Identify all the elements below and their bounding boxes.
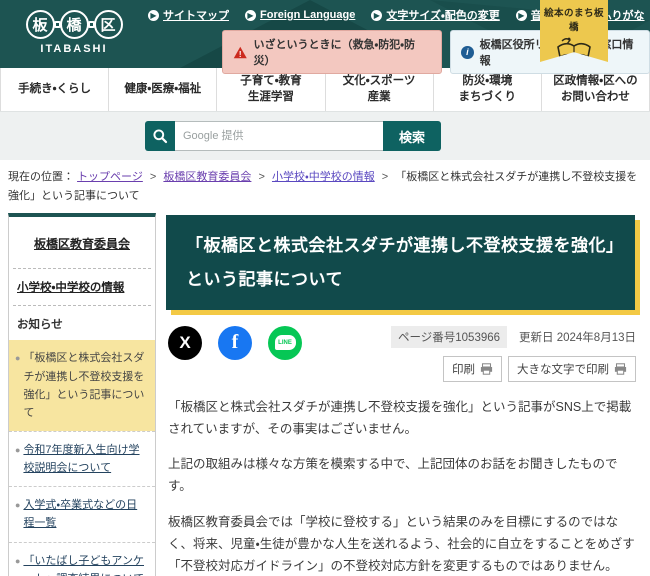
bullet-icon: ● <box>15 353 21 364</box>
sidebar-current-item: ● 「板橋区と株式会社スダチが連携し不登校支援を強化」という記事について <box>9 340 155 431</box>
breadcrumb-separator: > <box>258 171 265 183</box>
content-area: 板橋区教育委員会 小学校・中学校の情報 お知らせ ● 「板橋区と株式会社スダチが… <box>0 211 650 576</box>
sidebar: 板橋区教育委員会 小学校・中学校の情報 お知らせ ● 「板橋区と株式会社スダチが… <box>8 213 156 576</box>
arrow-circle-icon: ▶ <box>515 9 527 21</box>
updated-date: 更新日 2024年8月13日 <box>519 331 636 344</box>
line-bubble: LINE <box>274 335 296 351</box>
sidebar-item-ceremony-schedule[interactable]: ● 入学式・卒業式などの日程一覧 <box>9 486 155 541</box>
logo-char: 区 <box>93 10 123 39</box>
article-body: 「板橋区と株式会社スダチが連携し不登校支援を強化」という記事がSNS上で掲載され… <box>168 396 640 576</box>
sidebar-item-child-survey[interactable]: ● 「いたばし子どもアンケート」調査結果について <box>9 541 155 576</box>
ribbon-label: 絵本のまち板橋 <box>543 8 604 33</box>
info-icon: i <box>461 45 474 59</box>
meta-row: ページ番号1053966 更新日 2024年8月13日 <box>390 325 636 348</box>
meta-right: ページ番号1053966 更新日 2024年8月13日 印刷 大きな文字で印刷 <box>390 325 636 382</box>
search-input[interactable] <box>175 121 383 151</box>
print-button[interactable]: 印刷 <box>443 355 502 382</box>
nav-disaster-environment[interactable]: 防災・環境 まちづくり <box>434 68 542 111</box>
page-number-badge: ページ番号1053966 <box>390 325 508 348</box>
nav-city-info-contact[interactable]: 区政情報・区への お問い合わせ <box>542 68 650 111</box>
itabashi-page: 板 橋 区 ITABASHI ▶ サイトマップ ▶ Foreign Langua… <box>0 0 650 576</box>
social-share-row: X f LINE <box>168 325 302 360</box>
itabashi-logo[interactable]: 板 橋 区 ITABASHI <box>14 10 134 55</box>
print-buttons: 印刷 大きな文字で印刷 <box>443 355 636 382</box>
search-icon <box>145 121 175 151</box>
sidebar-item-school-briefing[interactable]: ● 令和7年度新入生向け学校説明会について <box>9 430 155 486</box>
site-header: 板 橋 区 ITABASHI ▶ サイトマップ ▶ Foreign Langua… <box>0 0 650 74</box>
breadcrumb: 現在の位置： トップページ > 板橋区教育委員会 > 小学校・中学校の情報 > … <box>0 160 650 212</box>
search-band: 検索 <box>0 112 650 160</box>
page-title: 「板橋区と株式会社スダチが連携し不登校支援を強化」という記事について <box>166 215 635 310</box>
font-size-color-link[interactable]: ▶ 文字サイズ・配色の変更 <box>371 7 500 23</box>
arrow-circle-icon: ▶ <box>371 9 383 21</box>
sitemap-link[interactable]: ▶ サイトマップ <box>148 7 229 23</box>
logo-char: 板 <box>25 10 55 39</box>
paragraph: 上記の取組みは様々な方策を模索する中で、上記団体のお話をお聞きしたものです。 <box>168 457 618 494</box>
search-button[interactable]: 検索 <box>383 121 441 151</box>
sidebar-news-header: お知らせ <box>17 319 63 332</box>
foreign-language-link[interactable]: ▶ Foreign Language <box>245 9 355 21</box>
bullet-icon: ● <box>15 555 21 566</box>
logo-char: 橋 <box>59 10 89 39</box>
nav-health-welfare[interactable]: 健康・医療・福祉 <box>109 68 218 111</box>
article-meta: X f LINE ページ番号1053966 更新日 2024年8月13日 印刷 <box>168 325 636 382</box>
nav-childcare-education[interactable]: 子育て・教育 生涯学習 <box>217 68 326 111</box>
breadcrumb-prefix: 現在の位置： <box>8 171 74 183</box>
printer-icon <box>614 362 627 375</box>
line-share-icon[interactable]: LINE <box>268 325 302 360</box>
nav-procedures[interactable]: 手続き・くらし <box>0 68 110 111</box>
paragraph: 「板橋区と株式会社スダチが連携し不登校支援を強化」という記事がSNS上で掲載され… <box>168 399 632 436</box>
facebook-share-icon[interactable]: f <box>218 325 252 360</box>
global-nav: 手続き・くらし 健康・医療・福祉 子育て・教育 生涯学習 文化・スポーツ 産業 防災… <box>0 68 650 112</box>
arrow-circle-icon: ▶ <box>148 9 159 21</box>
bullet-icon: ● <box>15 500 21 511</box>
breadcrumb-link-top[interactable]: トップページ <box>77 171 143 183</box>
logo-circles: 板 橋 区 <box>14 10 134 39</box>
printer-icon <box>480 362 493 375</box>
breadcrumb-link-schools[interactable]: 小学校・中学校の情報 <box>272 171 375 183</box>
arrow-circle-icon: ▶ <box>245 9 256 21</box>
paragraph: 板橋区教育委員会では「学校に登校する」という結果のみを目標にするのではなく、将来… <box>168 514 635 574</box>
x-share-icon[interactable]: X <box>168 325 202 360</box>
search-bar: 検索 <box>145 121 441 151</box>
print-large-button[interactable]: 大きな文字で印刷 <box>508 355 636 382</box>
sidebar-section-link[interactable]: 小学校・中学校の情報 <box>9 269 155 305</box>
bullet-icon: ● <box>15 444 21 455</box>
sidebar-committee-link[interactable]: 板橋区教育委員会 <box>9 217 155 268</box>
emergency-button[interactable]: ! いざというときに（救急・防犯・防災） <box>222 30 443 74</box>
article: 「板橋区と株式会社スダチが連携し不登校支援を強化」という記事について X f L… <box>166 213 642 576</box>
nav-culture-sports[interactable]: 文化・スポーツ 産業 <box>326 68 434 111</box>
svg-text:!: ! <box>239 49 242 58</box>
breadcrumb-link-board[interactable]: 板橋区教育委員会 <box>163 171 251 183</box>
warning-icon: ! <box>233 46 247 58</box>
breadcrumb-separator: > <box>381 171 389 183</box>
breadcrumb-separator: > <box>149 171 157 183</box>
logo-subtitle: ITABASHI <box>40 43 108 55</box>
